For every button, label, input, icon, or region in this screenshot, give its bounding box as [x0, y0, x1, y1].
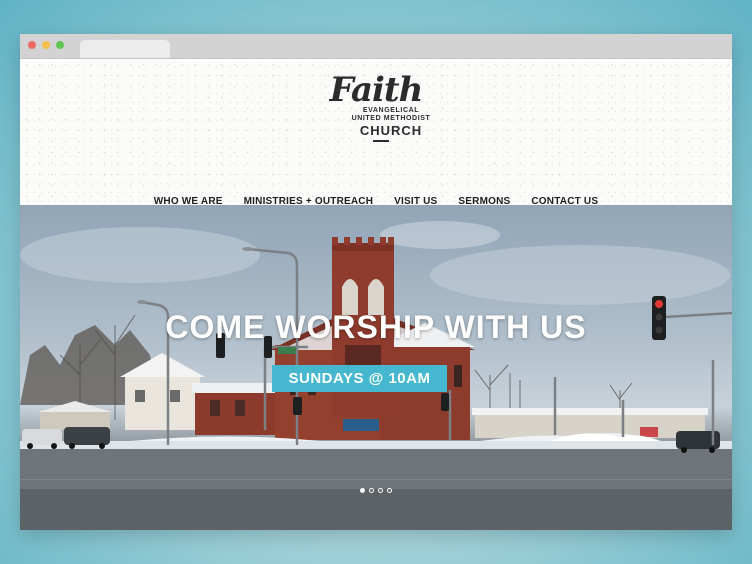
browser-window: Faith EVANGELICAL UNITED METHODIST CHURC…: [20, 34, 732, 530]
slider-dot-3[interactable]: [378, 488, 383, 493]
slider-pagination: [20, 488, 732, 493]
service-time-badge: SUNDAYS @ 10AM: [272, 365, 447, 392]
slider-dot-2[interactable]: [369, 488, 374, 493]
hero-title: COME WORSHIP WITH US: [165, 309, 587, 345]
logo-church-text: CHURCH: [359, 123, 423, 138]
close-window-icon[interactable]: [28, 41, 36, 49]
slider-dot-1[interactable]: [360, 488, 365, 493]
site-header: Faith EVANGELICAL UNITED METHODIST CHURC…: [20, 59, 732, 207]
logo-divider: [373, 140, 389, 142]
maximize-window-icon[interactable]: [56, 41, 64, 49]
church-logo[interactable]: Faith EVANGELICAL UNITED METHODIST CHURC…: [316, 73, 436, 142]
browser-tab[interactable]: [80, 40, 170, 58]
browser-chrome: [20, 34, 732, 59]
minimize-window-icon[interactable]: [42, 41, 50, 49]
hero-slider: COME WORSHIP WITH US SUNDAYS @ 10AM: [20, 205, 732, 530]
logo-line-2: UNITED METHODIST: [351, 115, 431, 122]
slider-dot-4[interactable]: [387, 488, 392, 493]
logo-script-text: Faith: [329, 70, 424, 110]
